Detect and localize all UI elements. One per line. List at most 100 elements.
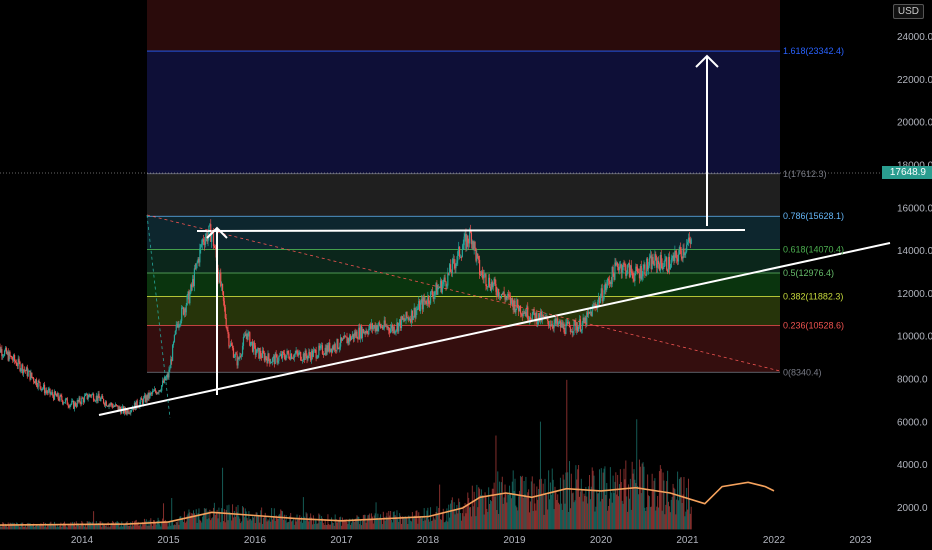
volume-bar (15, 522, 17, 530)
x-tick-label: 2021 (676, 535, 699, 546)
candle-body (577, 326, 580, 332)
volume-bar (196, 522, 198, 530)
candle-body (172, 341, 175, 346)
volume-bar (152, 525, 154, 530)
horizontal-resistance-line[interactable] (196, 229, 746, 232)
currency-badge[interactable]: USD (892, 4, 924, 19)
candle-body (241, 345, 244, 355)
candle-body (446, 285, 448, 287)
volume-bar (575, 465, 577, 530)
volume-bar (52, 525, 54, 530)
time-axis[interactable]: 2014 2015 2016 2017 2018 2019 2020 2021 2022 2023 (71, 535, 872, 546)
volume-bar (454, 514, 456, 530)
volume-bar (227, 520, 229, 530)
volume-bar (687, 509, 689, 530)
volume-bar (473, 491, 475, 530)
volume-bar (99, 521, 101, 530)
volume-bar (315, 520, 317, 530)
candle-body (102, 395, 104, 399)
candle-body (382, 328, 384, 330)
volume-bar (247, 520, 249, 530)
candle-body (87, 397, 89, 400)
candle-body (212, 231, 215, 246)
candle-body (429, 291, 432, 304)
candle-body (14, 361, 17, 363)
volume-bar (306, 513, 308, 530)
volume-bar (188, 509, 190, 530)
candle-body (61, 396, 63, 401)
candle-body (260, 350, 262, 357)
y-tick-label: 20000.0 (897, 118, 932, 129)
volume-bar (571, 493, 573, 530)
volume-bar (316, 523, 318, 530)
candle-body (688, 237, 691, 241)
volume-bar (475, 516, 477, 530)
candle-body (50, 393, 52, 395)
candle-body (70, 404, 72, 405)
candle-body (66, 398, 68, 405)
fib-band (147, 51, 780, 174)
volume-bar (665, 504, 667, 530)
candle-body (52, 392, 54, 396)
volume-bar (307, 518, 309, 530)
volume-bar (83, 525, 85, 530)
candle-body (282, 351, 285, 354)
volume-bar (460, 513, 462, 530)
volume-bar (312, 515, 314, 530)
candle-body (154, 389, 156, 392)
volume-bar (358, 517, 360, 530)
y-tick-label: 2000.0 (897, 503, 928, 514)
volume-bar (598, 493, 600, 530)
volume-bar (242, 507, 244, 530)
volume-bar (348, 520, 350, 530)
volume-bar (549, 482, 551, 530)
volume-bar (651, 473, 653, 530)
price-axis[interactable]: 2000.0 4000.0 6000.0 8000.0 10000.0 12000.0 14… (897, 32, 932, 514)
candle-body (67, 404, 69, 406)
volume-bar (203, 508, 205, 530)
volume-bar (572, 492, 574, 530)
candle-body (460, 256, 463, 258)
candle-body (453, 258, 455, 265)
volume-bar (369, 513, 371, 530)
candle-body (618, 266, 621, 271)
volume-bar (662, 472, 664, 530)
volume-bar (223, 509, 225, 530)
volume-bar (669, 512, 671, 530)
volume-bar (643, 466, 645, 530)
candle-body (3, 355, 5, 357)
volume-bar (678, 479, 680, 530)
volume-bar (93, 511, 95, 530)
candle-body (60, 394, 62, 397)
volume-bar (580, 478, 582, 530)
volume-bar (488, 487, 490, 530)
chart-canvas[interactable]: 1.618(23342.4) 1(17612.3) 0.786(15628.1) 0.… (0, 0, 932, 550)
volume-bar (113, 522, 115, 530)
candle-body (379, 322, 381, 325)
candle-body (321, 345, 324, 354)
volume-bar (34, 525, 36, 530)
volume-bar (202, 516, 204, 530)
volume-bar (359, 524, 361, 530)
volume-bar (375, 502, 377, 530)
volume-bar (320, 521, 322, 530)
volume-bar (533, 483, 535, 530)
volume-bar (45, 527, 47, 530)
volume-bar (382, 511, 384, 530)
volume-bar (268, 520, 270, 530)
volume-bar (172, 520, 174, 530)
volume-bar (595, 506, 597, 530)
candle-body (495, 284, 497, 292)
volume-bar (480, 495, 482, 530)
volume-bar (505, 492, 507, 530)
volume-bar (150, 518, 152, 530)
volume-bar (504, 484, 506, 530)
volume-bar (263, 516, 265, 530)
volume-bar (566, 379, 568, 530)
volume-bar (601, 498, 603, 530)
volume-bar (500, 482, 502, 530)
volume-bar (579, 491, 581, 530)
volume-bar (463, 516, 465, 530)
candle-body (675, 250, 677, 253)
volume-bar (417, 523, 419, 530)
